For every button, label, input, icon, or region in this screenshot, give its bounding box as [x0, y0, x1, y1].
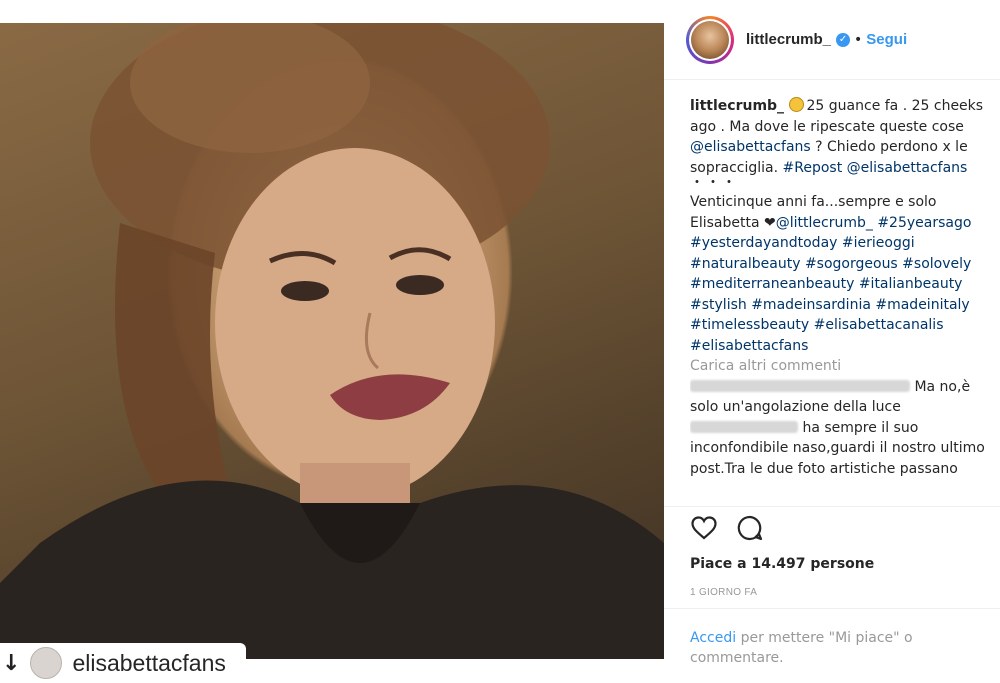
repost-credit: ↓ elisabettacfans [0, 643, 246, 683]
post-header: littlecrumb_ ✓ • Segui [664, 0, 1000, 80]
mention-link[interactable]: @elisabettacfans [690, 139, 811, 155]
post-actions [690, 514, 764, 542]
header-separator: • [854, 31, 863, 48]
heart-outline-icon[interactable] [690, 514, 718, 542]
rofl-emoji-icon [788, 97, 804, 112]
hashtag-link[interactable]: #Repost [783, 160, 843, 176]
mention-link[interactable]: @littlecrumb_ [776, 215, 873, 231]
comment-item: Ma no,è solo un'angolazione della luce h… [690, 377, 990, 480]
follow-button[interactable]: Segui [866, 31, 907, 48]
mention-link[interactable]: @elisabettacfans [847, 160, 968, 176]
repost-avatar [30, 647, 63, 679]
caption: littlecrumb_ 25 guance fa . 25 cheeks ag… [690, 96, 990, 178]
verified-badge-icon: ✓ [836, 32, 851, 47]
post-timestamp[interactable]: 1 GIORNO FA [690, 587, 757, 598]
login-prompt: Accedi per mettere "Mi piace" o commenta… [690, 628, 980, 668]
divider [664, 608, 1000, 609]
hashtag-list[interactable]: #25yearsago #yesterdayandtoday #ierieogg… [690, 215, 971, 354]
repost-username: elisabettacfans [72, 649, 226, 676]
load-more-comments[interactable]: Carica altri commenti [690, 356, 990, 377]
blurred-username [690, 379, 910, 392]
likes-count[interactable]: Piace a 14.497 persone [690, 556, 874, 572]
profile-avatar[interactable] [686, 15, 734, 64]
repost-icon: ↓ [2, 650, 21, 676]
portrait-illustration [0, 23, 664, 659]
login-link[interactable]: Accedi [690, 630, 736, 646]
header-username[interactable]: littlecrumb_ [746, 31, 831, 48]
caption-ellipsis: ・・・ [690, 175, 738, 191]
caption-username[interactable]: littlecrumb_ [690, 98, 784, 114]
heart-emoji: ❤ [764, 214, 776, 231]
post-photo[interactable] [0, 23, 664, 659]
caption-continued: Venticinque anni fa...sempre e solo Elis… [690, 192, 990, 356]
divider [664, 506, 1000, 507]
comments-list[interactable]: littlecrumb_ 25 guance fa . 25 cheeks ag… [690, 96, 990, 506]
blurred-mention [690, 420, 798, 433]
comment-bubble-icon[interactable] [736, 514, 764, 542]
post-sidebar: littlecrumb_ ✓ • Segui littlecrumb_ 25 g… [664, 0, 1000, 683]
